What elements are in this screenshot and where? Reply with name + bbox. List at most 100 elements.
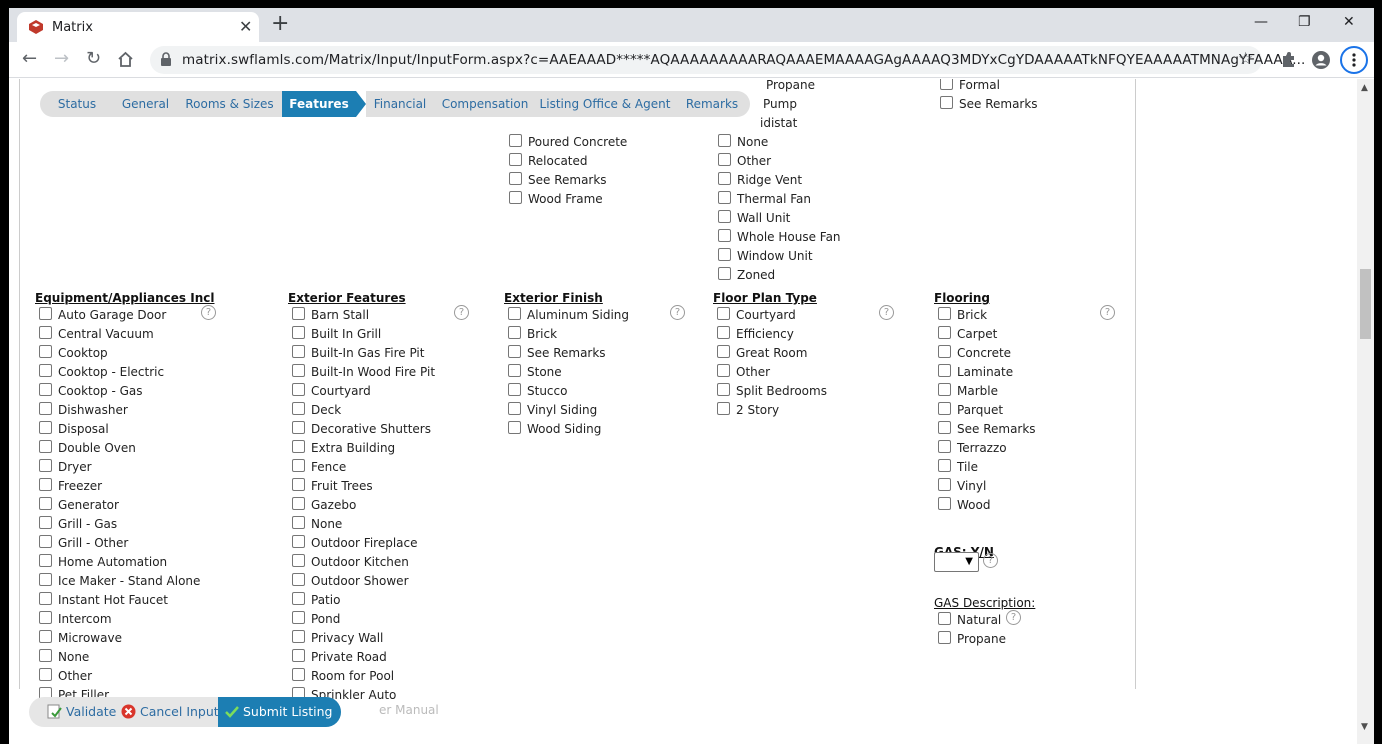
checkbox-item[interactable]: Marble [938,382,998,401]
checkbox[interactable] [718,153,731,166]
vertical-scrollbar[interactable]: ▲ ▼ [1357,79,1374,744]
profile-avatar-icon[interactable] [1311,50,1331,70]
checkbox-item[interactable]: Zoned [718,266,775,285]
step-compensation[interactable]: Compensation [434,91,536,117]
checkbox[interactable] [718,248,731,261]
checkbox[interactable] [717,383,730,396]
checkbox-item[interactable]: Propane [938,630,1006,649]
checkbox-item[interactable]: Auto Garage Door [39,306,166,325]
checkbox[interactable] [292,516,305,529]
checkbox[interactable] [938,345,951,358]
checkbox[interactable] [39,421,52,434]
extensions-icon[interactable] [1279,50,1299,70]
checkbox-item[interactable]: Brick [938,306,987,325]
checkbox[interactable] [39,364,52,377]
checkbox[interactable] [39,478,52,491]
checkbox[interactable] [938,383,951,396]
checkbox[interactable] [292,345,305,358]
checkbox-item[interactable]: Grill - Gas [39,515,117,534]
checkbox-item[interactable]: Ice Maker - Stand Alone [39,572,200,591]
checkbox[interactable] [940,79,953,90]
checkbox[interactable] [39,345,52,358]
forward-icon[interactable]: → [54,50,69,68]
checkbox[interactable] [938,307,951,320]
checkbox[interactable] [39,402,52,415]
checkbox[interactable] [39,649,52,662]
checkbox[interactable] [292,307,305,320]
back-icon[interactable]: ← [22,50,37,68]
help-icon[interactable]: ? [879,305,894,320]
checkbox-item[interactable]: Courtyard [717,306,796,325]
tab-close-icon[interactable]: ✕ [239,17,252,36]
checkbox-item[interactable]: Fruit Trees [292,477,373,496]
checkbox[interactable] [39,497,52,510]
checkbox-item[interactable]: Generator [39,496,119,515]
checkbox-item[interactable]: Concrete [938,344,1011,363]
checkbox-item[interactable]: Dishwasher [39,401,128,420]
checkbox[interactable] [292,554,305,567]
step-status[interactable]: Status [40,91,114,117]
checkbox-item[interactable]: Laminate [938,363,1013,382]
checkbox-item[interactable]: Tile [938,458,978,477]
submit-listing-button[interactable]: Submit Listing [218,697,341,727]
checkbox-item[interactable]: Outdoor Fireplace [292,534,418,553]
checkbox[interactable] [292,497,305,510]
checkbox-item[interactable]: Wood [938,496,990,515]
checkbox-item[interactable]: Central Vacuum [39,325,154,344]
checkbox[interactable] [39,573,52,586]
cancel-input-button[interactable]: Cancel Input [121,697,219,727]
checkbox[interactable] [292,535,305,548]
checkbox[interactable] [718,229,731,242]
checkbox[interactable] [39,440,52,453]
checkbox-item[interactable]: Microwave [39,629,122,648]
checkbox-item[interactable]: Whole House Fan [718,228,841,247]
checkbox-item[interactable]: Outdoor Kitchen [292,553,409,572]
checkbox-item[interactable]: Cooktop - Electric [39,363,164,382]
checkbox-item[interactable]: Extra Building [292,439,395,458]
menu-button[interactable] [1340,46,1368,74]
checkbox-item[interactable]: Pond [292,610,340,629]
checkbox-item[interactable]: Patio [292,591,340,610]
browser-tab[interactable]: Matrix ✕ [17,12,259,42]
scrollbar-thumb[interactable] [1360,269,1371,339]
checkbox-item[interactable]: See Remarks [940,95,1038,114]
checkbox-item[interactable]: Privacy Wall [292,629,383,648]
checkbox[interactable] [509,191,522,204]
checkbox[interactable] [39,554,52,567]
address-bar[interactable]: matrix.swflamls.com/Matrix/Input/InputFo… [150,46,1305,74]
checkbox[interactable] [292,611,305,624]
checkbox-item[interactable]: Other [717,363,770,382]
help-icon[interactable]: ? [1006,610,1021,625]
checkbox[interactable] [292,573,305,586]
checkbox-item[interactable]: Private Road [292,648,387,667]
checkbox[interactable] [509,172,522,185]
step-features[interactable]: Features [282,91,356,117]
reload-icon[interactable]: ↻ [86,50,101,68]
checkbox-item[interactable]: Double Oven [39,439,136,458]
checkbox[interactable] [508,326,521,339]
checkbox[interactable] [292,478,305,491]
checkbox-item[interactable]: Decorative Shutters [292,420,431,439]
checkbox[interactable] [938,612,951,625]
checkbox-item[interactable]: None [292,515,342,534]
checkbox[interactable] [39,611,52,624]
checkbox[interactable] [938,364,951,377]
checkbox-item[interactable]: Wood Frame [509,190,603,209]
checkbox-item[interactable]: Stucco [508,382,567,401]
checkbox[interactable] [292,364,305,377]
checkbox[interactable] [508,402,521,415]
checkbox[interactable] [509,134,522,147]
checkbox[interactable] [938,326,951,339]
checkbox[interactable] [940,96,953,109]
scroll-down-icon[interactable]: ▼ [1361,722,1368,732]
checkbox-item[interactable]: Other [39,667,92,686]
checkbox-item[interactable]: Other [718,152,771,171]
close-window-button[interactable]: ✕ [1343,14,1355,30]
checkbox[interactable] [938,402,951,415]
checkbox[interactable] [938,459,951,472]
checkbox-item[interactable]: Parquet [938,401,1003,420]
help-icon[interactable]: ? [983,553,998,568]
help-icon[interactable]: ? [454,305,469,320]
checkbox-item[interactable]: Natural [938,611,1001,630]
checkbox-item[interactable]: Thermal Fan [718,190,811,209]
